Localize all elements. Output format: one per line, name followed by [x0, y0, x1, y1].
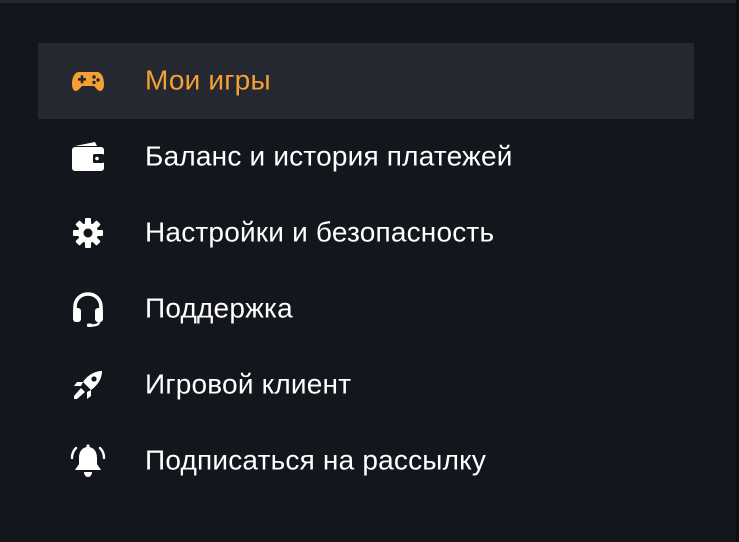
wallet-icon [70, 139, 106, 175]
menu-item-game-client[interactable]: Игровой клиент [38, 347, 694, 423]
bell-icon [70, 443, 106, 479]
rocket-icon [70, 367, 106, 403]
account-menu: Мои игры Баланс и история платежей Настр… [38, 43, 694, 499]
menu-item-label: Игровой клиент [145, 368, 352, 400]
menu-item-label: Подписаться на рассылку [145, 444, 487, 476]
menu-item-balance-history[interactable]: Баланс и история платежей [38, 119, 694, 195]
headset-icon [70, 291, 106, 327]
gear-icon [70, 215, 106, 251]
menu-item-label: Мои игры [145, 64, 271, 96]
gamepad-icon [70, 63, 106, 99]
menu-item-my-games[interactable]: Мои игры [38, 43, 694, 119]
menu-item-label: Настройки и безопасность [145, 216, 495, 248]
menu-item-settings-security[interactable]: Настройки и безопасность [38, 195, 694, 271]
menu-item-label: Поддержка [145, 292, 293, 324]
menu-item-label: Баланс и история платежей [145, 140, 513, 172]
menu-item-support[interactable]: Поддержка [38, 271, 694, 347]
top-divider [0, 0, 736, 3]
menu-item-newsletter-subscribe[interactable]: Подписаться на рассылку [38, 423, 694, 499]
